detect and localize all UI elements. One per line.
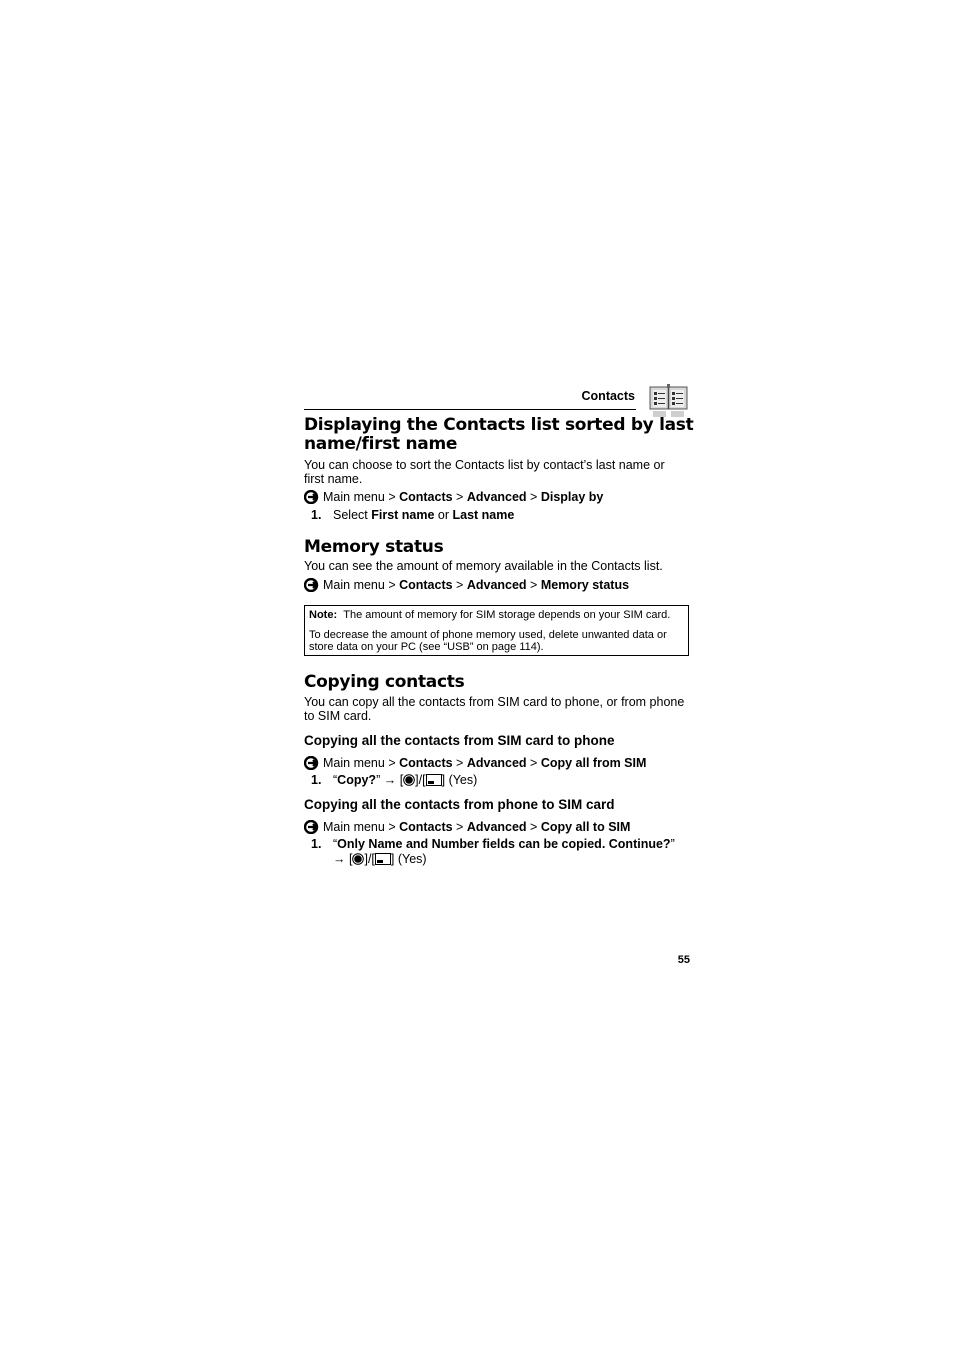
note-label: Note: bbox=[309, 609, 338, 621]
subheading-sim-to-phone: Copying all the contacts from SIM card t… bbox=[304, 733, 615, 748]
menu-path-separator: > bbox=[526, 820, 541, 834]
quote-mark: ” bbox=[670, 837, 675, 851]
body-line: first name. bbox=[304, 472, 363, 486]
section-heading-copying-contacts: Copying contacts bbox=[304, 672, 465, 692]
section-body-copying-contacts: You can copy all the contacts from SIM c… bbox=[304, 695, 704, 723]
menu-path-separator: > bbox=[452, 490, 467, 504]
menu-path-separator: > bbox=[526, 490, 541, 504]
note-text: The amount of memory for SIM storage dep… bbox=[343, 609, 671, 621]
menu-path-separator: > bbox=[384, 756, 400, 770]
body-line: You can choose to sort the Contacts list… bbox=[304, 458, 665, 472]
section-body-display-sort: You can choose to sort the Contacts list… bbox=[304, 458, 704, 486]
step-number: 1. bbox=[311, 837, 322, 851]
menu-path-item: Contacts bbox=[399, 820, 453, 834]
menu-path-main: Main menu bbox=[323, 756, 385, 770]
slash: / bbox=[367, 852, 372, 866]
menu-path-item: Contacts bbox=[399, 756, 453, 770]
body-line: You can copy all the contacts from SIM c… bbox=[304, 695, 685, 709]
menu-path-display-by: Main menu > Contacts > Advanced > Displa… bbox=[304, 490, 603, 504]
menu-path-separator: > bbox=[526, 578, 541, 592]
section-body-memory-status: You can see the amount of memory availab… bbox=[304, 559, 663, 573]
right-arrow-icon: → bbox=[333, 852, 346, 866]
body-line: to SIM card. bbox=[304, 709, 372, 723]
note-text: To decrease the amount of phone memory u… bbox=[309, 629, 667, 641]
menu-path-arrow-icon bbox=[304, 820, 319, 834]
step-number: 1. bbox=[311, 508, 322, 522]
step-prompt: Only Name and Number fields can be copie… bbox=[337, 837, 671, 851]
menu-path-copy-to-sim: Main menu > Contacts > Advanced > Copy a… bbox=[304, 820, 630, 834]
menu-path-memory-status: Main menu > Contacts > Advanced > Memory… bbox=[304, 578, 629, 592]
contacts-book-icon bbox=[649, 384, 688, 418]
menu-path-item: Advanced bbox=[466, 820, 527, 834]
menu-path-main: Main menu bbox=[323, 578, 385, 592]
quote-mark: ” bbox=[376, 773, 381, 787]
heading-line: name/first name bbox=[304, 434, 458, 454]
menu-path-item: Advanced bbox=[466, 578, 527, 592]
center-key-icon bbox=[403, 774, 415, 786]
right-arrow-icon: → bbox=[383, 773, 397, 787]
menu-path-separator: > bbox=[452, 756, 467, 770]
menu-path-item: Advanced bbox=[466, 490, 527, 504]
step-continuation: → []/[] (Yes) bbox=[333, 852, 427, 866]
header-divider bbox=[304, 409, 636, 410]
menu-path-separator: > bbox=[452, 578, 467, 592]
menu-path-item: Display by bbox=[540, 490, 604, 504]
menu-path-separator: > bbox=[384, 490, 400, 504]
slash: / bbox=[418, 773, 423, 787]
menu-path-arrow-icon bbox=[304, 578, 319, 592]
menu-path-copy-from-sim: Main menu > Contacts > Advanced > Copy a… bbox=[304, 756, 646, 770]
chapter-title: Contacts bbox=[581, 389, 635, 403]
step-result: (Yes) bbox=[397, 852, 427, 866]
menu-path-item: Copy all from SIM bbox=[540, 756, 647, 770]
menu-path-separator: > bbox=[452, 820, 467, 834]
step-item: 1. Select First name or Last name bbox=[304, 508, 514, 522]
menu-path-main: Main menu bbox=[323, 490, 385, 504]
heading-line: Displaying the Contacts list sorted by l… bbox=[304, 415, 694, 435]
menu-path-item: Copy all to SIM bbox=[540, 820, 631, 834]
left-soft-key-icon bbox=[425, 774, 442, 786]
page-number: 55 bbox=[677, 954, 690, 966]
menu-path-separator: > bbox=[526, 756, 541, 770]
menu-path-item: Contacts bbox=[399, 578, 453, 592]
menu-path-main: Main menu bbox=[323, 820, 385, 834]
note-line: Note: The amount of memory for SIM stora… bbox=[309, 609, 684, 621]
step-result: (Yes) bbox=[448, 773, 478, 787]
step-item: 1. “Copy?” → []/[] (Yes) bbox=[304, 773, 477, 787]
menu-path-item: Advanced bbox=[466, 756, 527, 770]
note-text: store data on your PC (see “USB” on page… bbox=[309, 641, 544, 653]
menu-path-separator: > bbox=[384, 820, 400, 834]
menu-path-arrow-icon bbox=[304, 756, 319, 770]
menu-path-arrow-icon bbox=[304, 490, 319, 504]
center-key-icon bbox=[352, 853, 365, 865]
step-item: 1. “Only Name and Number fields can be co… bbox=[304, 837, 675, 851]
option-first-name: First name bbox=[371, 508, 435, 522]
subheading-phone-to-sim: Copying all the contacts from phone to S… bbox=[304, 797, 615, 812]
step-number: 1. bbox=[311, 773, 322, 787]
menu-path-item: Memory status bbox=[540, 578, 630, 592]
note-box: Note: The amount of memory for SIM stora… bbox=[304, 605, 689, 656]
section-heading-display-sort: Displaying the Contacts list sorted by l… bbox=[304, 416, 704, 454]
step-text: Select bbox=[333, 508, 372, 522]
step-prompt: Copy? bbox=[337, 773, 377, 787]
menu-path-item: Contacts bbox=[399, 490, 453, 504]
option-last-name: Last name bbox=[452, 508, 515, 522]
left-soft-key-icon bbox=[374, 853, 391, 865]
step-text: or bbox=[434, 508, 453, 522]
section-heading-memory-status: Memory status bbox=[304, 537, 444, 557]
menu-path-separator: > bbox=[384, 578, 400, 592]
